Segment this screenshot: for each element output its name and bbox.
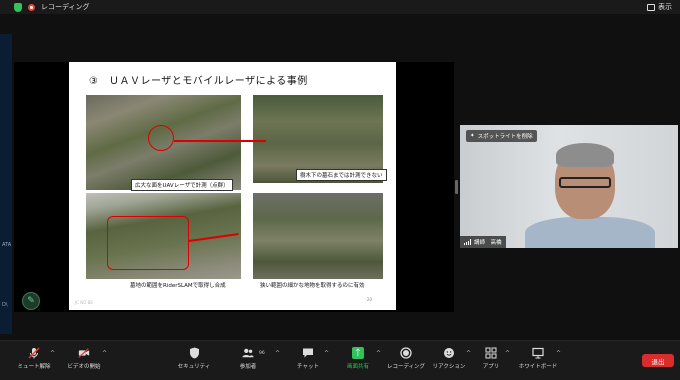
slam-detail-image xyxy=(253,193,383,279)
record-icon xyxy=(400,347,412,359)
edge-label: D\ xyxy=(2,302,8,308)
participant-name: 講師 高橋 xyxy=(474,240,502,246)
participants-count: 96 xyxy=(259,351,265,356)
caption-slam: 墓地の範囲をRiderSLAMで取得し合成 xyxy=(127,280,229,290)
video-options-chevron-up-icon[interactable]: ^ xyxy=(102,350,107,357)
slide-footer: JC NO BE xyxy=(75,300,93,305)
signal-bars-icon xyxy=(464,239,471,245)
recording-icon xyxy=(28,3,35,11)
participants-label: 参加者 xyxy=(239,364,257,370)
leave-meeting-button[interactable]: 退出 xyxy=(642,354,674,367)
split-drag-handle[interactable] xyxy=(455,180,458,194)
participants-chevron-up-icon[interactable]: ^ xyxy=(275,350,280,357)
remove-spotlight-button[interactable]: ✦ スポットライトを削除 xyxy=(466,130,537,142)
annotate-pencil-icon[interactable]: ✎ xyxy=(22,292,40,310)
pin-icon: ✦ xyxy=(470,133,475,139)
whiteboard-chevron-up-icon[interactable]: ^ xyxy=(556,350,561,357)
participant-video-tile[interactable]: ✦ スポットライトを削除 講師 高橋 xyxy=(460,125,678,248)
connector-line xyxy=(174,140,266,142)
apps-chevron-up-icon[interactable]: ^ xyxy=(505,350,510,357)
view-button[interactable]: 表示 xyxy=(647,2,672,12)
chat-label: チャット xyxy=(297,364,319,370)
slide-title: ③ ＵＡＶレーザとモバイルレーザによる事例 xyxy=(89,76,308,87)
view-icon xyxy=(647,3,655,11)
caption-uav: 広大な面をUAVレーザで計測（点群） xyxy=(131,179,233,191)
security-button[interactable]: セキュリティ xyxy=(168,347,220,370)
side-panel-edge: ATA D\ xyxy=(0,34,12,334)
apps-label: アプリ xyxy=(482,364,500,370)
share-screen-label: 画面共有 xyxy=(346,364,369,370)
meeting-toolbar: ミュート解除 ^ ビデオの開始 ^ セキュリティ 参加者 96 ^ チャット ^… xyxy=(0,340,680,380)
whiteboard-icon xyxy=(532,347,544,359)
participants-icon xyxy=(242,347,254,359)
microphone-muted-icon xyxy=(28,347,40,359)
shield-icon[interactable] xyxy=(14,2,22,12)
unmute-label: ミュート解除 xyxy=(17,364,51,370)
edge-label: ATA xyxy=(2,242,12,248)
slide-page-number: 20 xyxy=(366,297,372,302)
presentation-slide: ③ ＵＡＶレーザとモバイルレーザによる事例 広大な面をUAVレーザで計測（点群）… xyxy=(69,62,396,310)
speaker-glasses xyxy=(559,177,611,188)
apps-icon xyxy=(485,347,497,359)
view-label: 表示 xyxy=(658,3,672,11)
security-label: セキュリティ xyxy=(177,364,211,370)
camera-off-icon xyxy=(78,347,90,359)
share-screen-icon: ↑ xyxy=(352,347,364,359)
meeting-status: レコーディング xyxy=(14,2,90,12)
caption-trees: 樹木下の墓石までは計測できない xyxy=(296,169,387,181)
audio-options-chevron-up-icon[interactable]: ^ xyxy=(50,350,55,357)
top-bar: レコーディング 表示 xyxy=(0,0,680,14)
chat-bubble-icon xyxy=(302,347,314,359)
chat-chevron-up-icon[interactable]: ^ xyxy=(324,350,329,357)
highlight-circle xyxy=(148,125,174,151)
security-shield-icon xyxy=(188,347,200,359)
start-video-label: ビデオの開始 xyxy=(67,364,101,370)
smiley-icon xyxy=(443,347,455,359)
spotlight-label: スポットライトを削除 xyxy=(477,134,533,140)
highlight-rectangle xyxy=(107,216,189,270)
reactions-label: リアクション xyxy=(432,364,466,370)
speaker-shirt xyxy=(525,217,655,248)
record-label: レコーディング xyxy=(386,364,426,370)
participants-button[interactable]: 参加者 xyxy=(222,347,274,370)
speaker-hair xyxy=(556,143,614,167)
participant-name-tag: 講師 高橋 xyxy=(460,236,506,248)
recording-label: レコーディング xyxy=(41,3,90,11)
caption-detail: 狭い範囲の細かな地物を取得するのに有効 xyxy=(257,280,368,290)
whiteboard-label: ホワイトボード xyxy=(518,364,558,370)
